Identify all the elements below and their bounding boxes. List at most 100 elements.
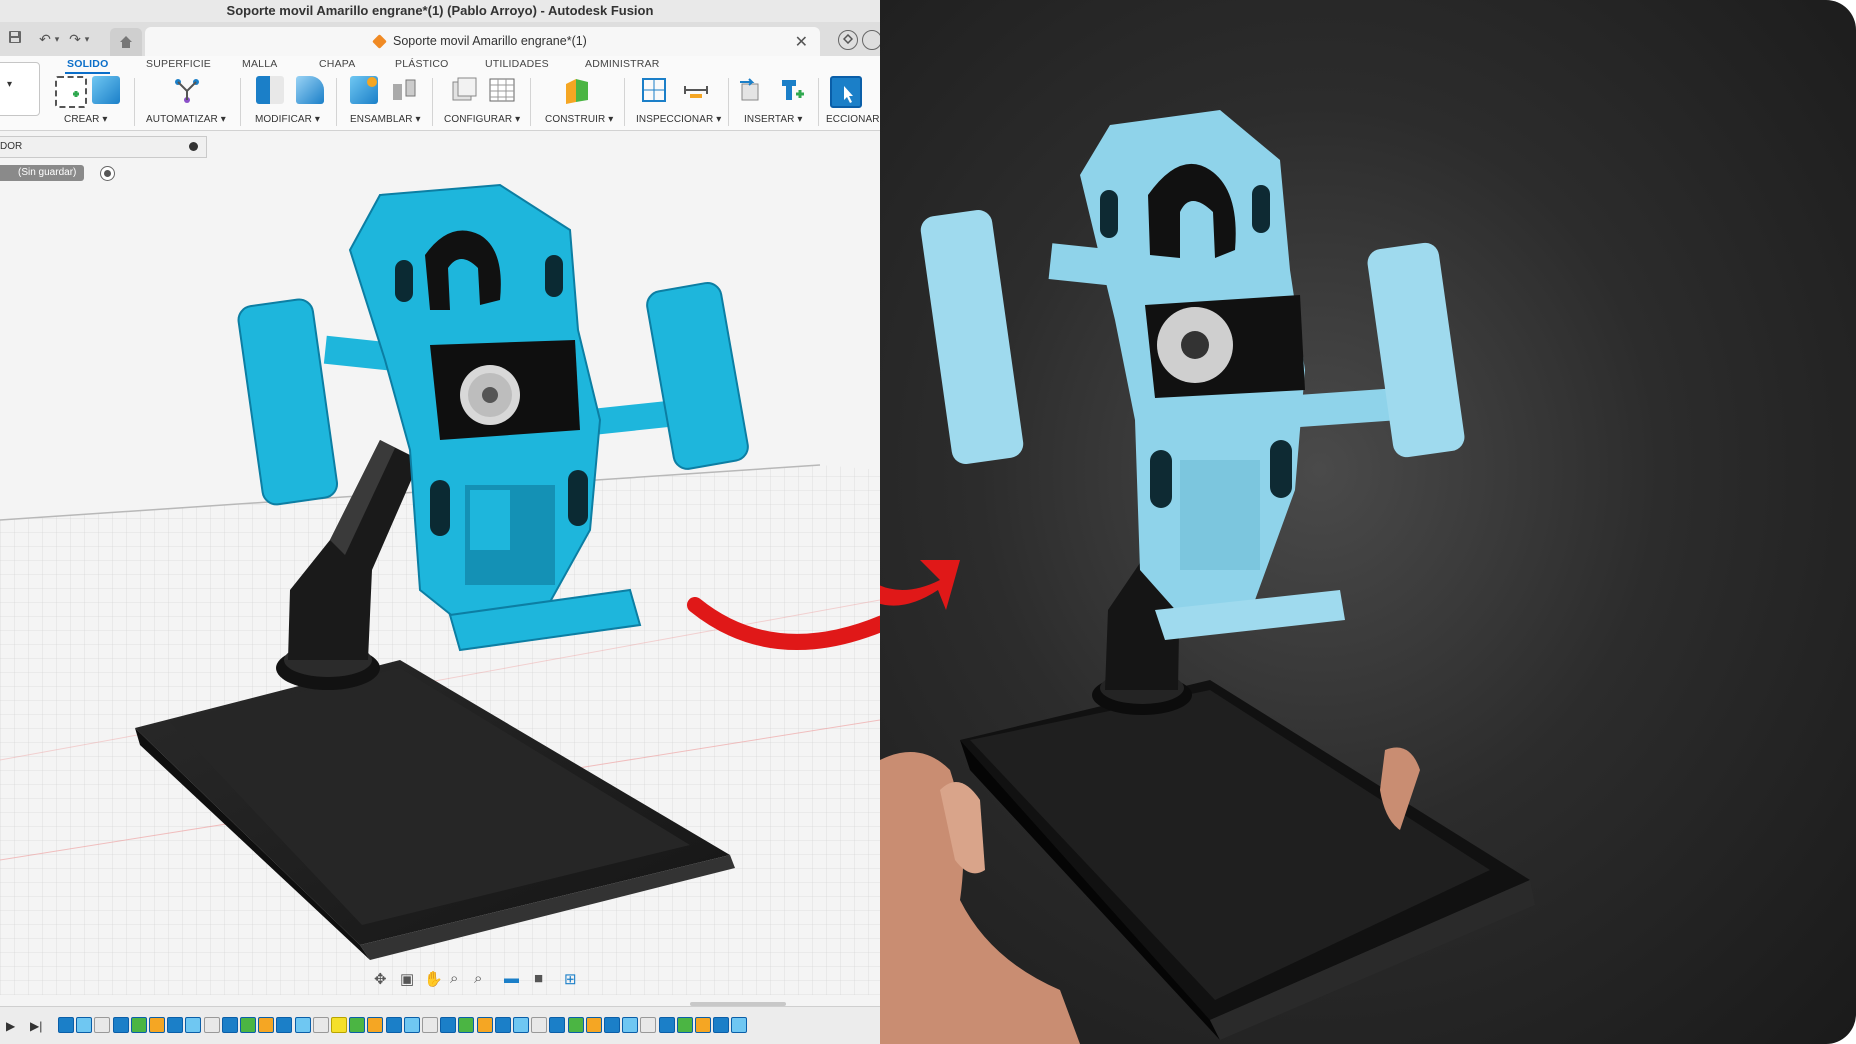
visual-style-icon[interactable]: ■ <box>534 970 543 987</box>
timeline-feature-icon[interactable] <box>294 1017 311 1033</box>
timeline-feature-icon[interactable] <box>149 1017 165 1033</box>
zoom-icon[interactable]: ⌕ <box>450 970 458 987</box>
document-tab[interactable]: Soporte movil Amarillo engrane*(1) ✕ <box>145 27 820 56</box>
table-icon[interactable] <box>488 76 516 104</box>
timeline-feature-icon[interactable] <box>658 1017 675 1033</box>
printed-photo <box>880 0 1856 1044</box>
timeline-feature-icon[interactable] <box>440 1017 457 1033</box>
timeline-feature-icon[interactable] <box>403 1017 420 1033</box>
timeline-feature-icon[interactable] <box>130 1017 147 1033</box>
group-modificar[interactable]: MODIFICAR ▾ <box>255 114 320 125</box>
timeline-feature-icon[interactable] <box>585 1017 602 1033</box>
tab-chapa[interactable]: CHAPA <box>319 58 355 70</box>
timeline-feature-icon[interactable] <box>476 1017 493 1033</box>
extrude-icon[interactable] <box>92 76 120 104</box>
timeline-feature-icon[interactable] <box>695 1017 711 1033</box>
joint-icon[interactable] <box>390 76 418 104</box>
tab-malla[interactable]: MALLA <box>242 58 277 70</box>
configure-icon[interactable] <box>450 76 478 104</box>
notifications-icon[interactable] <box>862 30 880 50</box>
tab-utilidades[interactable]: UTILIDADES <box>485 58 549 70</box>
group-insertar[interactable]: INSERTAR ▾ <box>744 114 802 125</box>
insert-mcmaster-icon[interactable] <box>778 76 806 104</box>
timeline-scrollbar[interactable] <box>690 1002 786 1006</box>
timeline-feature-icon[interactable] <box>185 1017 202 1033</box>
group-ensamblar[interactable]: ENSAMBLAR ▾ <box>350 114 421 125</box>
group-configurar[interactable]: CONFIGURAR ▾ <box>444 114 520 125</box>
document-cube-icon <box>372 34 387 49</box>
timeline-feature-icon[interactable] <box>676 1017 693 1033</box>
timeline-feature-icon[interactable] <box>221 1017 238 1033</box>
browser-panel[interactable]: DOR <box>0 136 207 158</box>
photo-illustration <box>880 110 1535 1044</box>
group-crear[interactable]: CREAR ▾ <box>64 114 108 125</box>
window-title: Soporte movil Amarillo engrane*(1) (Pabl… <box>226 3 654 18</box>
timeline-feature-icon[interactable] <box>640 1017 657 1033</box>
timeline-feature-icon[interactable] <box>240 1017 256 1033</box>
interference-icon[interactable] <box>682 76 710 104</box>
timeline-feature-icon[interactable] <box>549 1017 566 1033</box>
redo-dropdown-icon[interactable]: ▾ <box>78 30 96 48</box>
home-icon[interactable] <box>110 28 142 56</box>
look-at-icon[interactable]: ▣ <box>400 970 414 988</box>
timeline-feature-icon[interactable] <box>531 1017 548 1033</box>
close-tab-icon[interactable]: ✕ <box>795 32 808 52</box>
group-automatizar[interactable]: AUTOMATIZAR ▾ <box>146 114 226 125</box>
timeline-feature-icon[interactable] <box>349 1017 366 1033</box>
timeline-feature-icon[interactable] <box>458 1017 475 1033</box>
timeline-feature-icon[interactable] <box>367 1017 384 1033</box>
new-component-icon[interactable] <box>350 76 378 104</box>
automate-icon[interactable] <box>172 76 200 104</box>
timeline-feature-icon[interactable] <box>513 1017 529 1033</box>
browser-collapse-icon[interactable] <box>189 142 198 151</box>
measure-icon[interactable] <box>640 76 668 104</box>
ribbon-toolbar: ▾ SOLIDO SUPERFICIE MALLA CHAPA PLÁSTICO… <box>0 56 880 131</box>
timeline-feature-icon[interactable] <box>385 1017 402 1033</box>
create-sketch-icon[interactable] <box>55 76 87 108</box>
pan-icon[interactable]: ✋ <box>424 970 443 988</box>
timeline-feature-icon[interactable] <box>312 1017 329 1033</box>
timeline-feature-icon[interactable] <box>622 1017 639 1033</box>
design-viewport[interactable] <box>0 160 880 995</box>
timeline-feature-icon[interactable] <box>494 1017 511 1033</box>
document-tab-name: Soporte movil Amarillo engrane*(1) <box>393 34 587 48</box>
navigation-bar: ✥ ▣ ✋ ⌕ ⌕ ▬ ■ ⊞ <box>370 968 590 990</box>
timeline-feature-icon[interactable] <box>731 1017 748 1033</box>
tab-superficie[interactable]: SUPERFICIE <box>146 58 211 70</box>
timeline-feature-icon[interactable] <box>713 1017 730 1033</box>
workspace-switcher[interactable]: ▾ <box>0 62 40 116</box>
orbit-icon[interactable]: ✥ <box>374 970 387 988</box>
viewports-icon[interactable]: ⊞ <box>564 970 577 988</box>
timeline-feature-icon[interactable] <box>203 1017 220 1033</box>
group-inspeccionar[interactable]: INSPECCIONAR ▾ <box>636 114 721 125</box>
timeline-feature-icon[interactable] <box>422 1017 438 1033</box>
zoom-window-icon[interactable]: ⌕ <box>474 970 482 987</box>
timeline-feature-icon[interactable] <box>258 1017 275 1033</box>
workspace-dropdown-icon: ▾ <box>7 79 13 90</box>
go-to-end-icon[interactable]: ▶| <box>30 1019 42 1033</box>
timeline-feature-icon[interactable] <box>58 1017 74 1033</box>
timeline-feature-icon[interactable] <box>76 1017 93 1033</box>
save-icon[interactable] <box>6 30 24 48</box>
timeline-feature-icon[interactable] <box>331 1017 347 1033</box>
select-icon[interactable] <box>830 76 862 108</box>
display-settings-icon[interactable]: ▬ <box>504 970 519 987</box>
undo-dropdown-icon[interactable]: ▾ <box>48 30 66 48</box>
press-pull-icon[interactable] <box>256 76 284 104</box>
timeline-feature-icon[interactable] <box>112 1017 129 1033</box>
group-construir[interactable]: CONSTRUIR ▾ <box>545 114 613 125</box>
job-status-icon[interactable] <box>838 30 858 50</box>
timeline-feature-icon[interactable] <box>276 1017 293 1033</box>
timeline-feature-icon[interactable] <box>604 1017 620 1033</box>
construct-plane-icon[interactable] <box>562 76 590 104</box>
timeline-feature-icon[interactable] <box>567 1017 584 1033</box>
fillet-icon[interactable] <box>296 76 324 104</box>
play-icon[interactable]: ▶ <box>6 1019 15 1033</box>
tab-administrar[interactable]: ADMINISTRAR <box>585 58 660 70</box>
tab-solido[interactable]: SOLIDO <box>64 58 111 74</box>
tab-plastico[interactable]: PLÁSTICO <box>395 58 449 70</box>
timeline-feature-icon[interactable] <box>94 1017 111 1033</box>
group-seleccionar[interactable]: ECCIONAR <box>826 114 880 125</box>
insert-derive-icon[interactable] <box>738 76 766 104</box>
timeline-feature-icon[interactable] <box>167 1017 184 1033</box>
